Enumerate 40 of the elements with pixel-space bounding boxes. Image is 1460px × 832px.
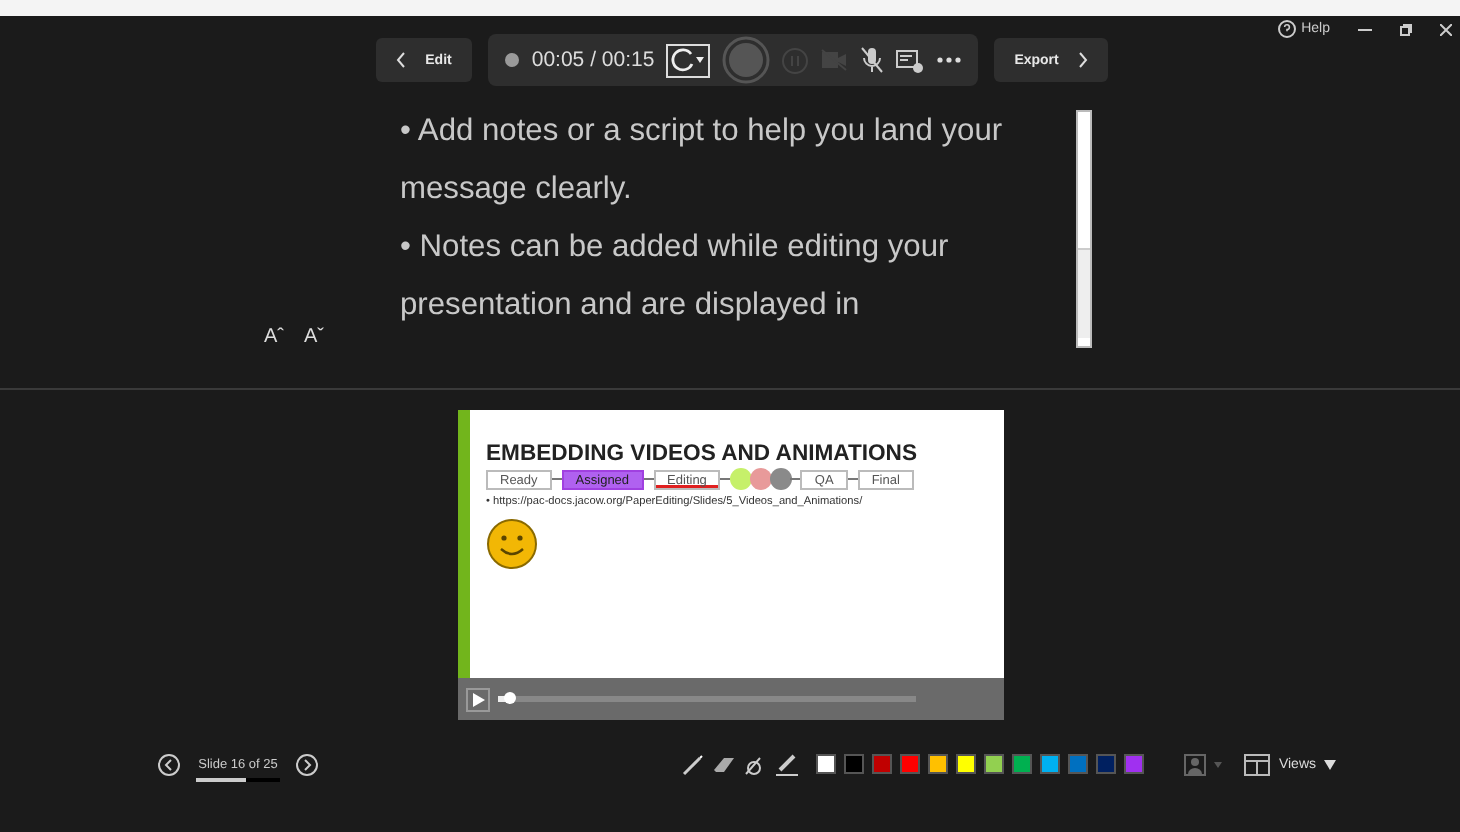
video-scrubber-handle[interactable] <box>504 692 517 704</box>
chevron-right-icon <box>1078 52 1089 68</box>
retake-dropdown-icon[interactable] <box>666 43 711 77</box>
previous-slide-icon[interactable] <box>158 753 180 775</box>
ink-color-swatch[interactable] <box>900 754 920 774</box>
notes-paragraph: • Add notes or a script to help you land your message clearly. <box>400 112 1005 210</box>
notes-paragraph: • Notes can be added while editing your presentation and are displayed in <box>400 228 951 326</box>
chevron-left-icon <box>395 52 406 68</box>
minimize-icon[interactable] <box>1358 24 1372 34</box>
slide-title: EMBEDDING VIDEOS AND ANIMATIONS <box>486 442 919 466</box>
help-icon <box>1277 20 1296 38</box>
ink-color-swatch[interactable] <box>1124 754 1144 774</box>
camera-settings-icon[interactable] <box>896 47 925 73</box>
increase-font-button[interactable]: Aˆ <box>264 326 284 348</box>
close-icon[interactable] <box>1440 23 1452 35</box>
restore-icon[interactable] <box>1400 23 1412 35</box>
ink-color-swatch[interactable] <box>928 754 948 774</box>
layout-icon <box>1244 753 1271 775</box>
ink-color-swatch[interactable] <box>872 754 892 774</box>
caret-icon <box>1324 759 1336 769</box>
eraser-icon[interactable] <box>712 753 736 775</box>
ink-color-swatch[interactable] <box>844 754 864 774</box>
ink-color-swatch[interactable] <box>956 754 976 774</box>
ink-color-swatch[interactable] <box>984 754 1004 774</box>
next-slide-icon[interactable] <box>296 753 318 775</box>
recording-timer: 00:05 / 00:15 <box>531 48 655 72</box>
more-options-icon[interactable] <box>936 56 963 64</box>
ink-color-swatch[interactable] <box>1068 754 1088 774</box>
highlighter-icon[interactable] <box>776 753 800 775</box>
ink-color-swatch[interactable] <box>1096 754 1116 774</box>
ink-color-swatch[interactable] <box>816 754 836 774</box>
scrollbar[interactable] <box>1076 110 1092 348</box>
smiley-icon <box>486 518 538 570</box>
ink-color-swatch[interactable] <box>1012 754 1032 774</box>
decrease-font-button[interactable]: Aˇ <box>304 326 324 348</box>
pen-icon[interactable] <box>682 753 704 775</box>
microphone-off-icon[interactable] <box>860 46 885 74</box>
ink-color-swatch[interactable] <box>1040 754 1060 774</box>
play-icon[interactable] <box>466 687 490 711</box>
record-dot-icon <box>503 52 520 68</box>
